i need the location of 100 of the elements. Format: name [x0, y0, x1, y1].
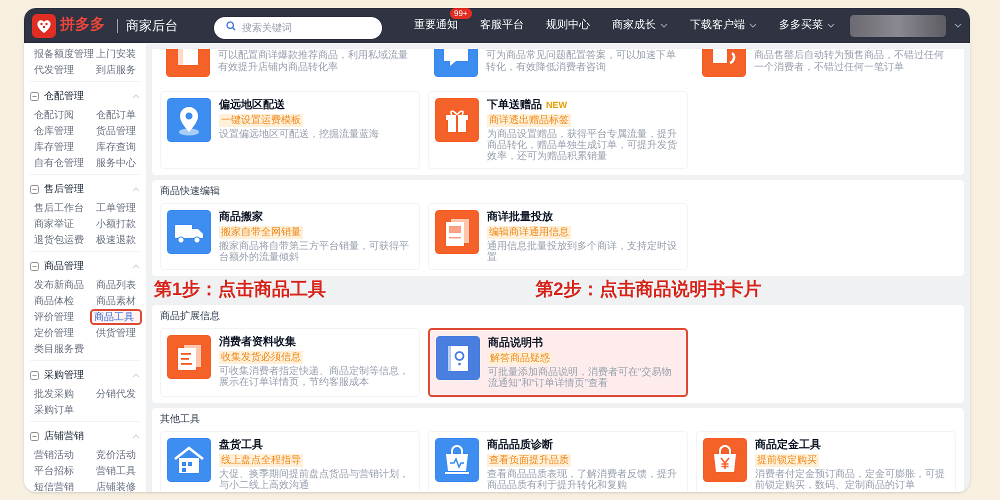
sidebar-item[interactable]: 发布新商品: [30, 277, 90, 293]
card-description: 可为商品常见问题配置答案，可以加速下单转化，有效降低消费者咨询: [486, 49, 677, 74]
sidebar-item[interactable]: 小额打款: [92, 216, 140, 232]
app-title: 商家后台: [126, 16, 178, 35]
card-description: 可收集消费者指定快递、商品定制等信息，展示在订单详情页，节约客服成本: [219, 366, 410, 388]
sidebar-item[interactable]: 分销代发: [92, 386, 140, 402]
sidebar-item[interactable]: 库存管理: [30, 139, 90, 155]
feature-tag: 线上盘点全程指导: [219, 454, 303, 467]
new-label: NEW: [546, 99, 567, 111]
sidebar-item[interactable]: 库存查询: [92, 139, 140, 155]
sidebar-item[interactable]: 竞价活动: [92, 447, 140, 463]
tool-card[interactable]: 可以配置商详爆款推荐商品，利用私域流量有效提升店铺内商品转化率: [160, 49, 420, 83]
sidebar-item[interactable]: 评价管理: [30, 309, 90, 325]
sidebar-group-title[interactable]: 商品管理: [44, 258, 84, 274]
sidebar-item[interactable]: 到店服务: [92, 62, 140, 78]
tool-card[interactable]: 商品搬家 搬家自带全网销量 搬家商品将自带第三方平台销量，可获得平台额外的流量倾斜: [160, 203, 420, 270]
group-icon: [30, 92, 39, 100]
gift-icon: [435, 98, 479, 142]
sidebar-group-title[interactable]: 店铺营销: [44, 428, 84, 444]
card-title: 偏远地区配送: [219, 98, 285, 112]
sidebar-item[interactable]: 商品列表: [92, 277, 140, 293]
tool-card[interactable]: 商详批量投放 编辑商详通用信息 通用信息批量投放到多个商详，支持定时设置: [428, 203, 688, 270]
card-description: 为商品设置赠品，获得平台专属流量，提升商品转化，赠品单独生成订单，可提升发货效率，还可为赠品积累销量: [487, 129, 678, 162]
feature-tag: 解答商品疑惑: [488, 352, 552, 365]
tool-card[interactable]: 盘货工具 线上盘点全程指导 大促、换季期间提前盘点货品与营销计划，与小二线上高效沟通: [160, 431, 420, 492]
card-title: 消费者资料收集: [219, 335, 296, 349]
feature-tag: 一键设置运费模板: [219, 114, 303, 127]
sidebar-item[interactable]: 货品管理: [92, 123, 140, 139]
tool-card[interactable]: 偏远地区配送 一键设置运费模板 设置偏远地区可配送，挖掘流量蓝海: [160, 91, 420, 169]
section-title: 商品扩展信息: [160, 310, 221, 324]
sidebar-item[interactable]: 仓配订阅: [30, 107, 90, 123]
tool-card[interactable]: 消费者资料收集 收集发货必须信息 可收集消费者指定快递、商品定制等信息，展示在订单详情页，节约客服成本: [160, 328, 420, 397]
card-description: 设置偏远地区可配送，挖掘流量蓝海: [219, 129, 379, 140]
tool-card[interactable]: 商品说明书 解答商品疑惑 可批量添加商品说明，消费者可在“交易物流通知”和“订单详情页”查看: [428, 328, 688, 397]
sidebar-item[interactable]: 服务中心: [92, 155, 140, 171]
card-description: 可以配置商详爆款推荐商品，利用私域流量有效提升店铺内商品转化率: [218, 49, 409, 74]
sidebar-item[interactable]: 代发管理: [30, 62, 90, 78]
sidebar-item[interactable]: 供货管理: [92, 325, 140, 341]
sidebar-item[interactable]: 批发采购: [30, 386, 90, 402]
sidebar-item[interactable]: 商品体检: [30, 293, 90, 309]
sidebar-item[interactable]: 营销工具: [92, 463, 140, 479]
sidebar-item[interactable]: 商品素材: [92, 293, 140, 309]
sidebar-group-title[interactable]: 采购管理: [44, 368, 84, 382]
feature-tag: 商详透出赠品标签: [487, 114, 571, 127]
card-description: 可批量添加商品说明，消费者可在“交易物流通知”和“订单详情页”查看: [488, 367, 672, 389]
card-title: 商品搬家: [219, 210, 263, 224]
sidebar-item[interactable]: 工单管理: [92, 200, 140, 216]
group-icon: [30, 432, 39, 440]
caret-icon: [954, 23, 962, 28]
tool-card[interactable]: 商品品质诊断 查看负面提升品质 查看商品品质表现，了解消费者反馈，提升商品品质有利于提升转化和复购: [428, 431, 688, 492]
sidebar-item[interactable]: 上门安装: [92, 46, 140, 62]
section-title: 商品快速编辑: [160, 185, 221, 199]
nav-link[interactable]: 规则中心: [546, 17, 590, 34]
truck-icon: [167, 210, 211, 254]
logo-icon: [32, 14, 56, 38]
tool-card[interactable]: 可为商品常见问题配置答案，可以加速下单转化，有效降低消费者咨询: [428, 49, 688, 83]
sidebar-item[interactable]: 营销活动: [30, 447, 90, 463]
document-icon: [167, 335, 211, 379]
nav-link[interactable]: 多多买菜: [779, 17, 835, 34]
card-description: 搬家商品将自带第三方平台销量，可获得平台额外的流量倾斜: [219, 241, 410, 263]
sidebar-item[interactable]: 短信营销: [30, 479, 90, 492]
group-icon: [30, 370, 39, 380]
card-title: 商详批量投放: [487, 210, 553, 224]
sidebar-item[interactable]: 采购订单: [30, 402, 90, 418]
sidebar-item[interactable]: 退货包运费: [30, 232, 90, 248]
sidebar-group-title[interactable]: 售后管理: [44, 182, 84, 196]
card-description: 查看商品品质表现，了解消费者反馈，提升商品品质有利于提升转化和复购: [487, 469, 678, 491]
sidebar-item[interactable]: 商品工具: [90, 309, 142, 325]
card-title: 盘货工具: [219, 438, 263, 452]
sidebar-item[interactable]: 仓配订单: [92, 107, 140, 123]
card-title: 下单送赠品: [487, 98, 542, 112]
nav-link[interactable]: 重要通知: [414, 17, 458, 34]
nav-link[interactable]: 客服平台: [480, 17, 524, 34]
sidebar-item[interactable]: 类目服务费: [30, 341, 90, 357]
blurred-account[interactable]: [850, 14, 946, 36]
sidebar-item[interactable]: 店铺装修: [92, 479, 140, 492]
sidebar-item[interactable]: 售后工作台: [30, 200, 90, 216]
card-title: 商品说明书: [488, 336, 543, 350]
tool-card[interactable]: 商品售罄后自动转为预售商品，不错过任何一个消费者，不错过任何一笔订单: [696, 49, 956, 83]
feature-tag: 编辑商详通用信息: [487, 226, 571, 239]
search-icon: [226, 20, 236, 30]
sidebar-item[interactable]: 自有仓管理: [30, 155, 90, 171]
tool-card[interactable]: 下单送赠品 NEW 商详透出赠品标签 为商品设置赠品，获得平台专属流量，提升商品转化，赠品单独生成订单，可提升发货效率，还可为赠品积累销量: [428, 91, 688, 169]
nav-link[interactable]: 商家成长: [612, 17, 668, 34]
sidebar-item[interactable]: 仓库管理: [30, 123, 90, 139]
sidebar-item[interactable]: 极速退款: [92, 232, 140, 248]
location-pin-icon: [167, 98, 211, 142]
sidebar-item[interactable]: 平台招标: [30, 463, 90, 479]
feature-tag: 搬家自带全网销量: [219, 226, 303, 239]
nav-link[interactable]: 下载客户端: [690, 17, 757, 34]
notification-badge: 99+: [450, 8, 472, 20]
annotation-text: 第2步：点击商品说明书卡片: [534, 278, 762, 301]
sidebar-item[interactable]: 商家举证: [30, 216, 90, 232]
tool-card[interactable]: 商品定金工具 提前锁定购买 消费者付定金预订商品，定金可膨胀，可提前锁定购买，数码、定制商品的订单: [696, 431, 956, 492]
feature-tag: 查看负面提升品质: [487, 454, 571, 467]
shopping-bag-icon: [435, 438, 479, 482]
sidebar-item[interactable]: 定价管理: [30, 325, 90, 341]
sidebar-group-title[interactable]: 仓配管理: [44, 88, 84, 104]
card-description: 大促、换季期间提前盘点货品与营销计划，与小二线上高效沟通: [219, 469, 410, 491]
search-field[interactable]: 搜索关键词: [214, 17, 382, 39]
